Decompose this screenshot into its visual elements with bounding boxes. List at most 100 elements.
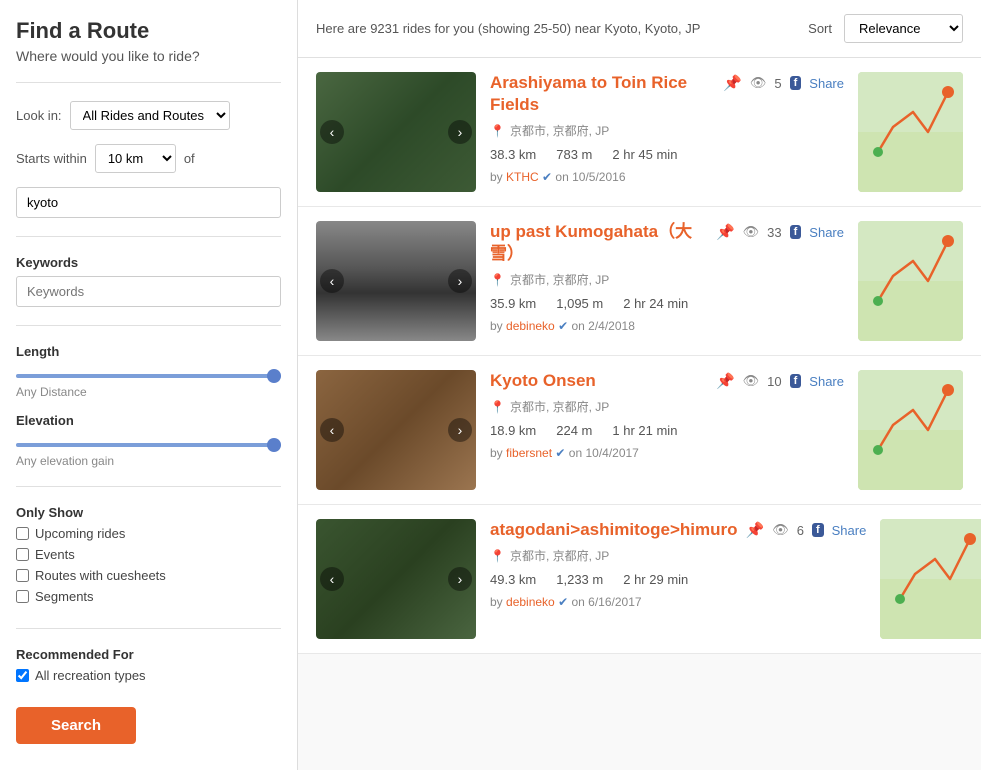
cuesheets-checkbox[interactable]: [16, 569, 29, 582]
upcoming-rides-label[interactable]: Upcoming rides: [35, 526, 125, 541]
route-info: atagodani>ashimitoge>himuro 📌 👁 6 f Shar…: [490, 519, 866, 639]
image-next-button[interactable]: ›: [448, 567, 472, 591]
route-image: ‹ ›: [316, 519, 476, 639]
route-title[interactable]: atagodani>ashimitoge>himuro: [490, 519, 738, 541]
location-text: 京都市, 京都府, JP: [510, 398, 609, 415]
route-title[interactable]: up past Kumogahata（大雪）: [490, 221, 708, 265]
cuesheets-checkbox-item: Routes with cuesheets: [16, 568, 281, 583]
length-label: Length: [16, 344, 281, 359]
route-location: 📍 京都市, 京都府, JP: [490, 547, 866, 564]
map-thumbnail: [858, 370, 963, 490]
route-stats: 35.9 km 1,095 m 2 hr 24 min: [490, 296, 844, 311]
recommended-section: Recommended For All recreation types: [16, 647, 281, 689]
image-prev-button[interactable]: ‹: [320, 120, 344, 144]
image-prev-button[interactable]: ‹: [320, 418, 344, 442]
author-link[interactable]: fibersnet: [506, 446, 552, 460]
length-slider[interactable]: [16, 374, 281, 378]
divider-2: [16, 236, 281, 237]
route-map[interactable]: [858, 72, 963, 192]
pin-icon[interactable]: 📌: [716, 372, 735, 390]
main-content: Here are 9231 rides for you (showing 25-…: [298, 0, 981, 770]
elevation-section: Elevation Any elevation gain: [16, 413, 281, 468]
share-link[interactable]: Share: [809, 374, 844, 389]
facebook-icon: f: [790, 225, 802, 239]
route-map[interactable]: [880, 519, 981, 639]
map-thumbnail: [858, 221, 963, 341]
length-section: Length Any Distance: [16, 344, 281, 399]
segments-label[interactable]: Segments: [35, 589, 94, 604]
route-map[interactable]: [858, 370, 963, 490]
events-checkbox-item: Events: [16, 547, 281, 562]
page-subtitle: Where would you like to ride?: [16, 48, 281, 64]
route-map[interactable]: [858, 221, 963, 341]
cuesheets-label[interactable]: Routes with cuesheets: [35, 568, 166, 583]
route-author: by KTHC ✔ on 10/5/2016: [490, 170, 844, 184]
pin-icon[interactable]: 📌: [746, 521, 765, 539]
route-image: ‹ ›: [316, 72, 476, 192]
events-label[interactable]: Events: [35, 547, 75, 562]
recommended-label: Recommended For: [16, 647, 281, 662]
route-title[interactable]: Arashiyama to Toin Rice Fields: [490, 72, 715, 116]
upcoming-rides-checkbox[interactable]: [16, 527, 29, 540]
pin-icon[interactable]: 📌: [723, 74, 742, 92]
author-link[interactable]: KTHC: [506, 170, 539, 184]
keywords-input[interactable]: [16, 276, 281, 307]
results-header: Here are 9231 rides for you (showing 25-…: [298, 0, 981, 58]
location-pin-icon: 📍: [490, 273, 505, 287]
route-duration: 2 hr 24 min: [623, 296, 688, 311]
location-input[interactable]: [16, 187, 281, 218]
segments-checkbox[interactable]: [16, 590, 29, 603]
image-next-button[interactable]: ›: [448, 120, 472, 144]
image-next-button[interactable]: ›: [448, 418, 472, 442]
share-link[interactable]: Share: [809, 225, 844, 240]
route-elevation: 1,233 m: [556, 572, 603, 587]
events-checkbox[interactable]: [16, 548, 29, 561]
sort-label: Sort: [808, 21, 832, 36]
share-link[interactable]: Share: [809, 76, 844, 91]
search-button-container: Search: [16, 703, 281, 744]
image-next-button[interactable]: ›: [448, 269, 472, 293]
card-actions: 📌 👁 33 f Share: [716, 223, 844, 241]
share-link[interactable]: Share: [832, 523, 867, 538]
segments-checkbox-item: Segments: [16, 589, 281, 604]
starts-within-label: Starts within: [16, 151, 87, 166]
all-recreation-label[interactable]: All recreation types: [35, 668, 146, 683]
route-title[interactable]: Kyoto Onsen: [490, 370, 596, 392]
route-duration: 2 hr 45 min: [612, 147, 677, 162]
divider-1: [16, 82, 281, 83]
image-prev-button[interactable]: ‹: [320, 269, 344, 293]
facebook-icon: f: [790, 76, 802, 90]
route-date: 10/5/2016: [572, 170, 625, 184]
all-recreation-checkbox[interactable]: [16, 669, 29, 682]
look-in-row: Look in: All Rides and Routes Routes Onl…: [16, 101, 281, 130]
map-thumbnail: [880, 519, 981, 639]
route-card: ‹ › atagodani>ashimitoge>himuro 📌 👁 6 f …: [298, 505, 981, 654]
divider-5: [16, 628, 281, 629]
route-stats: 49.3 km 1,233 m 2 hr 29 min: [490, 572, 866, 587]
pin-icon[interactable]: 📌: [716, 223, 735, 241]
author-link[interactable]: debineko: [506, 595, 555, 609]
divider-3: [16, 325, 281, 326]
look-in-select[interactable]: All Rides and Routes Routes Only Rides O…: [70, 101, 230, 130]
author-link[interactable]: debineko: [506, 319, 555, 333]
route-location: 📍 京都市, 京都府, JP: [490, 271, 844, 288]
route-location: 📍 京都市, 京都府, JP: [490, 122, 844, 139]
route-image: ‹ ›: [316, 370, 476, 490]
elevation-slider[interactable]: [16, 443, 281, 447]
card-title-row: up past Kumogahata（大雪） 📌 👁 33 f Share: [490, 221, 844, 265]
route-duration: 1 hr 21 min: [612, 423, 677, 438]
results-summary: Here are 9231 rides for you (showing 25-…: [316, 21, 796, 36]
card-actions: 📌 👁 5 f Share: [723, 74, 844, 92]
card-title-row: Arashiyama to Toin Rice Fields 📌 👁 5 f S…: [490, 72, 844, 116]
sort-select[interactable]: Relevance Most Recent Most Popular Dista…: [844, 14, 963, 43]
image-prev-button[interactable]: ‹: [320, 567, 344, 591]
route-info: up past Kumogahata（大雪） 📌 👁 33 f Share 📍 …: [490, 221, 844, 341]
route-distance: 35.9 km: [490, 296, 536, 311]
verified-icon: ✔: [555, 446, 565, 460]
search-button[interactable]: Search: [16, 707, 136, 744]
starts-within-select[interactable]: 5 km 10 km 20 km 50 km 100 km: [95, 144, 176, 173]
length-note: Any Distance: [16, 385, 281, 399]
route-author: by debineko ✔ on 2/4/2018: [490, 319, 844, 333]
verified-icon: ✔: [558, 595, 568, 609]
route-distance: 18.9 km: [490, 423, 536, 438]
